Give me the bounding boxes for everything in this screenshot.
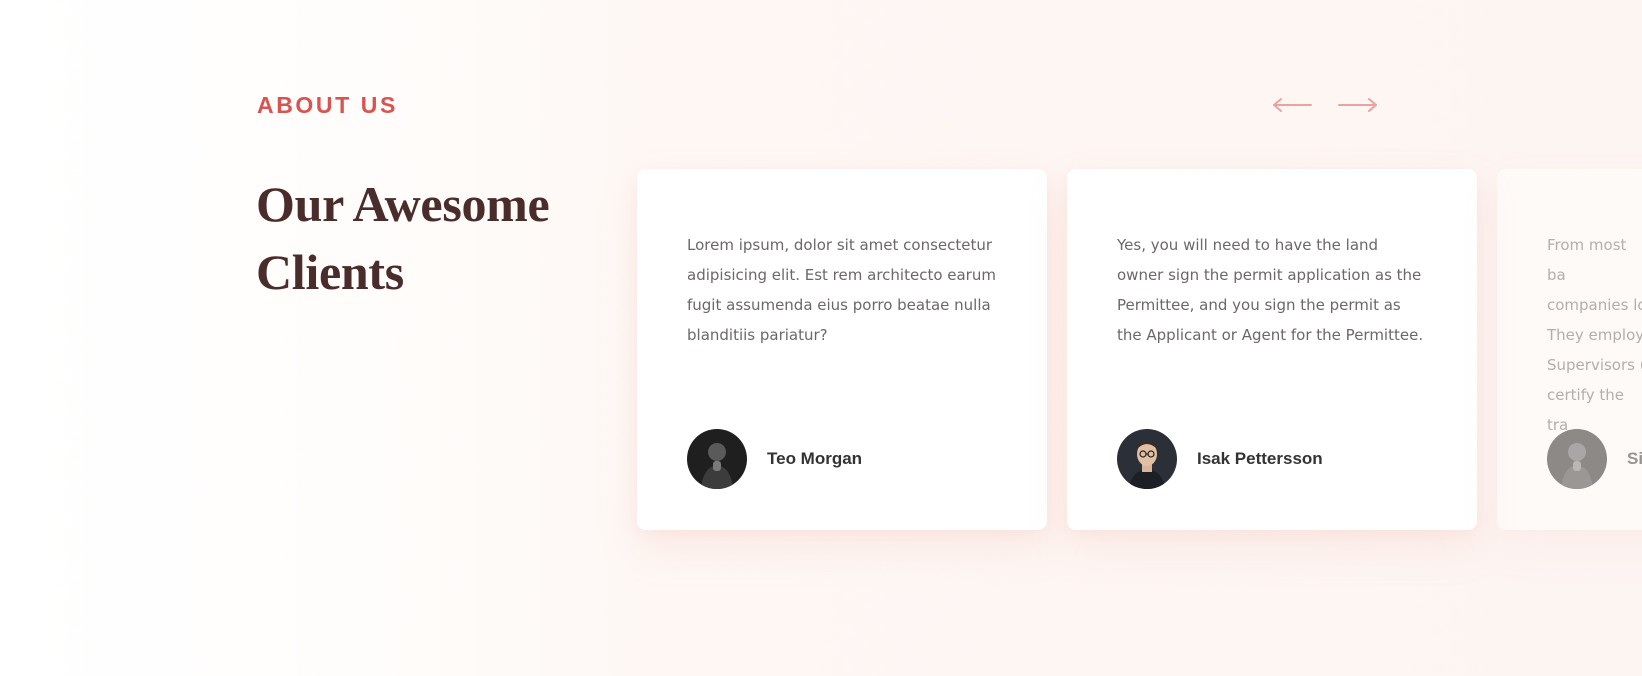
arrow-right-icon xyxy=(1338,98,1377,112)
testimonials-section: ABOUT US Our Awesome Clients Lorem ipsum… xyxy=(0,0,1642,676)
client-name: Teo Morgan xyxy=(767,449,863,468)
arrow-left-icon xyxy=(1273,98,1312,112)
person-photo-icon xyxy=(687,429,747,489)
client-avatar xyxy=(1117,429,1177,489)
client-name: Si xyxy=(1627,449,1642,468)
testimonial-card: Yes, you will need to have the land owne… xyxy=(1067,169,1477,530)
testimonial-quote: From most ba companies lo They employ Su… xyxy=(1547,236,1642,434)
testimonial-card: From most ba companies lo They employ Su… xyxy=(1497,169,1642,530)
person-photo-icon xyxy=(1117,429,1177,489)
next-slide-button[interactable] xyxy=(1338,92,1378,118)
testimonial-quote: Yes, you will need to have the land owne… xyxy=(1117,236,1424,344)
section-heading: Our Awesome Clients xyxy=(256,176,550,300)
section-eyebrow: ABOUT US xyxy=(257,92,398,118)
client-avatar xyxy=(687,429,747,489)
testimonial-quote: Lorem ipsum, dolor sit amet consectetur … xyxy=(687,236,996,344)
client-avatar xyxy=(1547,429,1607,489)
prev-slide-button[interactable] xyxy=(1272,92,1312,118)
testimonial-card: Lorem ipsum, dolor sit amet consectetur … xyxy=(637,169,1047,530)
person-photo-icon xyxy=(1547,429,1607,489)
client-name: Isak Pettersson xyxy=(1197,449,1323,468)
